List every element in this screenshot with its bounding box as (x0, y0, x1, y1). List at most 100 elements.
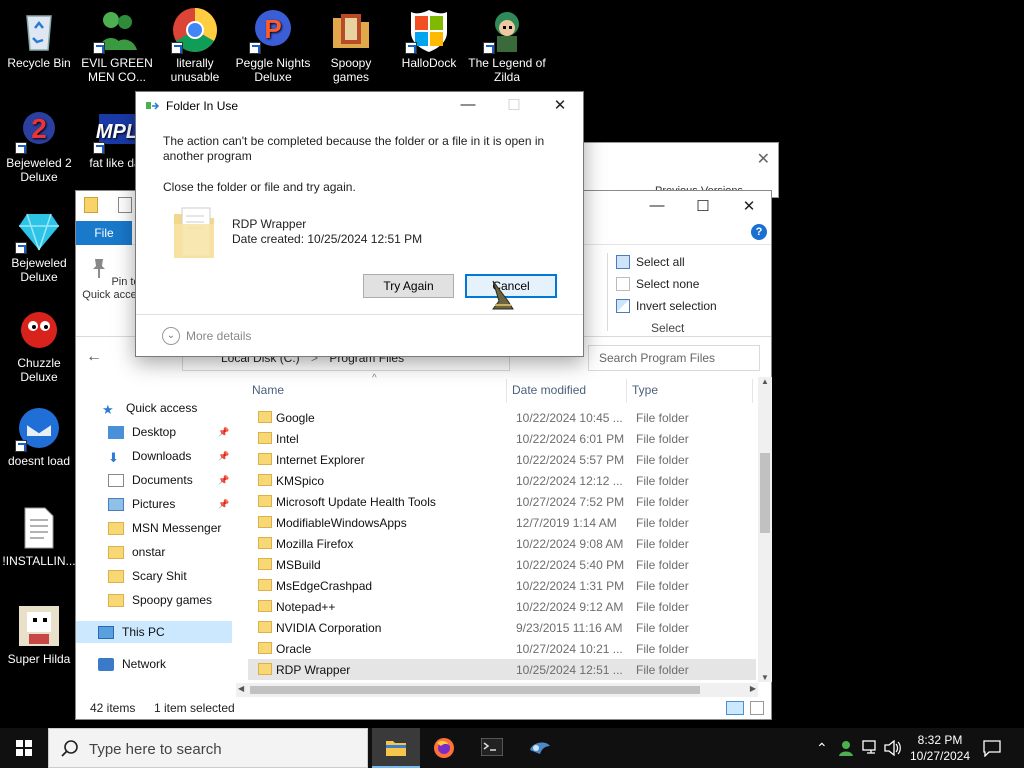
table-row[interactable]: Microsoft Update Health Tools 10/27/2024 … (248, 491, 756, 512)
nav-item-quick-access[interactable]: ★ Quick access (102, 397, 197, 419)
column-header-date[interactable]: Date modified (512, 383, 586, 397)
nav-item-desktop[interactable]: Desktop 📌 (108, 421, 268, 443)
desktop-icon-legend-of-zilda[interactable]: The Legend of Zilda (468, 6, 546, 84)
start-button[interactable] (0, 728, 48, 768)
scroll-right-icon[interactable]: ▶ (750, 684, 756, 693)
tab-file[interactable]: File (76, 221, 132, 245)
scroll-left-icon[interactable]: ◀ (238, 684, 244, 693)
nav-item-documents[interactable]: Documents 📌 (108, 469, 268, 491)
table-row[interactable]: Notepad++ 10/22/2024 9:12 AM File folder (248, 596, 756, 617)
scroll-down-icon[interactable]: ▼ (761, 673, 769, 682)
search-input[interactable]: Search Program Files (588, 345, 760, 371)
desktop-icon-bejeweled-deluxe[interactable]: Bejeweled Deluxe (0, 206, 78, 284)
file-type: File folder (636, 432, 689, 446)
minimize-button[interactable]: — (454, 96, 482, 113)
column-separator[interactable] (752, 379, 753, 403)
maximize-button: ☐ (507, 97, 521, 114)
taskbar: Type here to search ⌃ 8:32 PM 10/27/2024 (0, 728, 1024, 768)
taskbar-app-firefox[interactable] (420, 728, 468, 768)
nav-item-network[interactable]: Network (98, 653, 166, 675)
vertical-scrollbar[interactable]: ▲ ▼ (758, 377, 772, 682)
nav-item-pictures[interactable]: Pictures 📌 (108, 493, 268, 515)
select-all-label: Select all (636, 255, 685, 269)
table-row[interactable]: Internet Explorer 10/22/2024 5:57 PM File … (248, 449, 756, 470)
desktop-icon-chuzzle-deluxe[interactable]: Chuzzle Deluxe (0, 306, 78, 384)
table-row[interactable]: NVIDIA Corporation 9/23/2015 11:16 AM File… (248, 617, 756, 638)
user-icon[interactable] (838, 740, 854, 756)
back-arrow-icon[interactable]: ← (86, 348, 102, 366)
select-all-button[interactable]: Select all (616, 251, 726, 273)
scrollbar-thumb[interactable] (760, 453, 770, 533)
column-header-name[interactable]: Name (252, 383, 284, 397)
more-details-link[interactable]: More details (186, 329, 251, 343)
clock-date: 10/27/2024 (909, 749, 971, 763)
try-again-button[interactable]: Try Again (363, 274, 454, 298)
close-button[interactable]: ✕ (738, 197, 760, 215)
nav-item-spoopy-games[interactable]: Spoopy games (108, 589, 212, 611)
taskbar-app-file-explorer[interactable] (372, 728, 420, 768)
large-icons-view-icon[interactable] (750, 701, 764, 715)
properties-icon[interactable] (118, 197, 132, 213)
nav-item-msn-messenger[interactable]: MSN Messenger (108, 517, 221, 539)
taskbar-app-terminal[interactable] (468, 728, 516, 768)
minimize-button[interactable]: — (646, 197, 668, 214)
table-row[interactable]: KMSpico 10/22/2024 12:12 ... File folder (248, 470, 756, 491)
help-icon[interactable]: ? (751, 224, 767, 240)
maximize-button[interactable]: ☐ (692, 197, 714, 215)
desktop-icon-peggle-nights[interactable]: P Peggle Nights Deluxe (234, 6, 312, 84)
nav-item-scary-shit[interactable]: Scary Shit (108, 565, 187, 587)
network-icon[interactable] (862, 740, 880, 756)
pin-icon: 📌 (218, 450, 230, 461)
file-name: Notepad++ (276, 600, 336, 614)
item-count: 42 items (90, 701, 136, 715)
desktop-icon-doesnt-load[interactable]: doesnt load (0, 404, 78, 468)
table-row[interactable]: Oracle 10/27/2024 10:21 ... File folder (248, 638, 756, 659)
table-row[interactable]: Intel 10/22/2024 6:01 PM File folder (248, 428, 756, 449)
close-icon[interactable]: ✕ (757, 149, 770, 169)
chevron-down-icon[interactable]: ⌄ (162, 327, 180, 345)
notifications-icon[interactable] (983, 739, 1001, 757)
file-name: ModifiableWindowsApps (276, 516, 407, 530)
table-row[interactable]: Google 10/22/2024 10:45 ... File folder (248, 407, 756, 428)
nav-item-downloads[interactable]: ⬇ Downloads 📌 (108, 445, 268, 467)
svg-text:MPL: MPL (96, 121, 138, 143)
column-separator[interactable] (626, 379, 627, 403)
folder-icon (84, 197, 98, 213)
desktop-icon-label: Spoopy games (330, 56, 372, 84)
desktop-icon-bejeweled-2[interactable]: 2 Bejeweled 2 Deluxe (0, 106, 78, 184)
table-row[interactable]: ModifiableWindowsApps 12/7/2019 1:14 AM Fi… (248, 512, 756, 533)
nav-item-this-pc[interactable]: This PC (76, 621, 232, 643)
folder-icon (108, 521, 124, 535)
file-date: 10/22/2024 1:31 PM (516, 579, 625, 593)
taskbar-app-remote[interactable] (516, 728, 564, 768)
column-separator[interactable] (506, 379, 507, 403)
invert-selection-button[interactable]: Invert selection (616, 295, 726, 317)
status-bar: 42 items 1 item selected (76, 697, 771, 719)
desktop-icon-spoopy-games[interactable]: Spoopy games (312, 6, 390, 84)
nav-item-label: Documents (132, 473, 193, 487)
table-row[interactable]: Mozilla Firefox 10/22/2024 9:08 AM File fo… (248, 533, 756, 554)
desktop-icon-super-hilda[interactable]: Super Hilda (0, 602, 78, 666)
desktop-icon-hallodock[interactable]: HalloDock (390, 6, 468, 70)
table-row-selected[interactable]: RDP Wrapper 10/25/2024 12:51 ... File fold… (248, 659, 756, 680)
scroll-up-icon[interactable]: ▲ (761, 377, 769, 386)
horizontal-scrollbar[interactable]: ◀ ▶ (236, 683, 758, 697)
nav-item-onstar[interactable]: onstar (108, 541, 165, 563)
column-header-type[interactable]: Type (632, 383, 658, 397)
chevron-up-icon[interactable]: ⌃ (816, 740, 828, 757)
taskbar-search-box[interactable]: Type here to search (48, 728, 368, 768)
zilda-icon (483, 6, 531, 54)
select-group: Select all Select none Invert selection (616, 251, 726, 317)
scrollbar-thumb[interactable] (250, 686, 700, 694)
table-row[interactable]: MSBuild 10/22/2024 5:40 PM File folder (248, 554, 756, 575)
select-none-button[interactable]: Select none (616, 273, 726, 295)
table-row[interactable]: MsEdgeCrashpad 10/22/2024 1:31 PM File fol… (248, 575, 756, 596)
green-men-icon (93, 6, 141, 54)
desktop-icon-installing[interactable]: !INSTALLIN... (0, 504, 78, 568)
desktop-icon-evil-green-men[interactable]: EVIL GREEN MEN CO... (78, 6, 156, 84)
desktop-icon-recycle-bin[interactable]: Recycle Bin (0, 6, 78, 70)
details-view-icon[interactable] (726, 701, 744, 715)
close-button[interactable]: ✕ (546, 96, 574, 114)
system-clock[interactable]: 8:32 PM 10/27/2024 (900, 732, 980, 764)
desktop-icon-literally-unusable[interactable]: literally unusable (156, 6, 234, 84)
